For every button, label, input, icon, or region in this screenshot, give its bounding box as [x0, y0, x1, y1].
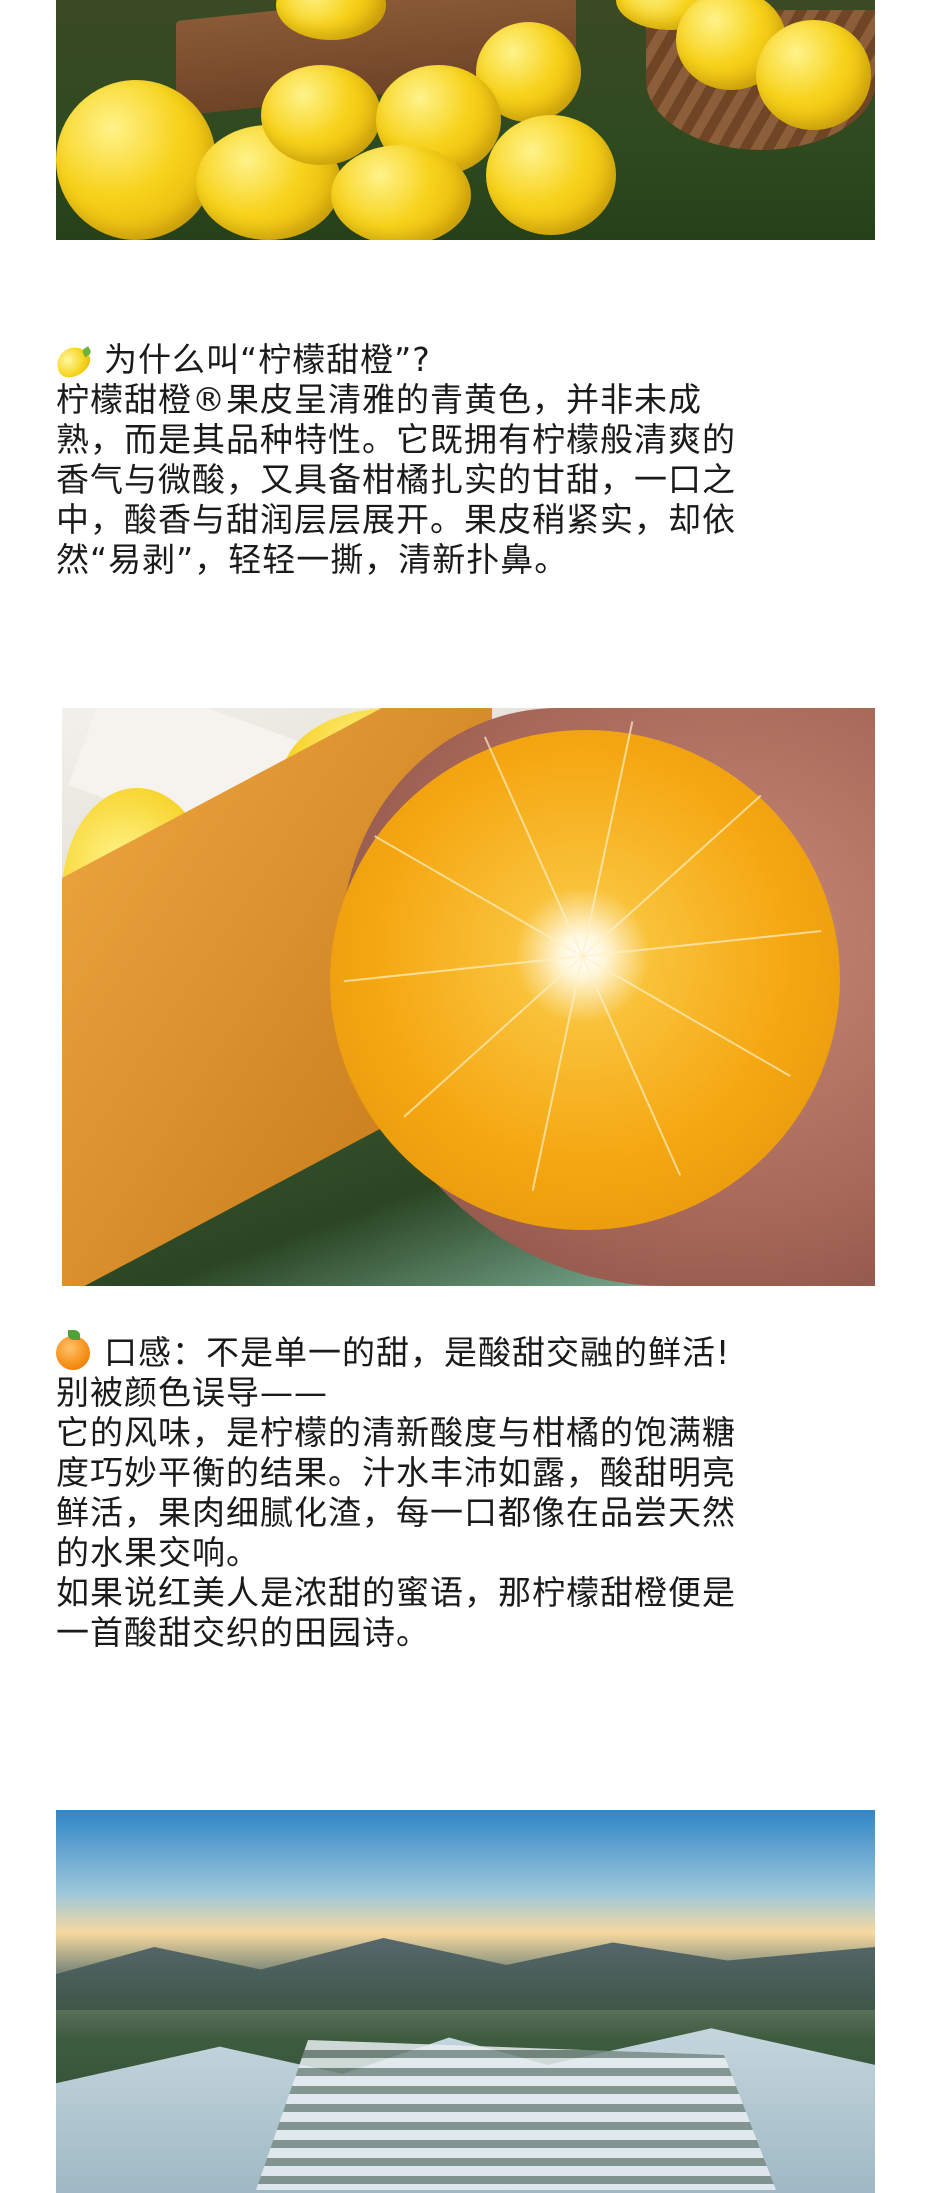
section-heading: 为什么叫“柠檬甜橙”? [51, 340, 876, 383]
article-content: 为什么叫“柠檬甜橙”? 柠檬甜橙®果皮呈清雅的青黄色，并非未成 熟，而是其品种特… [0, 0, 932, 2193]
paragraph-line: 柠檬甜橙®果皮呈清雅的青黄色，并非未成 [56, 380, 702, 419]
paragraph-line: 度巧妙平衡的结果。汁水丰沛如露，酸甜明亮 [56, 1453, 736, 1492]
paragraph-line: 一首酸甜交织的田园诗。 [56, 1613, 430, 1652]
tangerine-icon [56, 1330, 90, 1370]
fruit [261, 65, 381, 165]
section-heading: 口感：不是单一的甜，是酸甜交融的鲜活! [56, 1330, 876, 1373]
paragraph-line: 香气与微酸，又具备柑橘扎实的甘甜，一口之 [56, 460, 736, 499]
paragraph-line: 中，酸香与甜润层层展开。果皮稍紧实，却依 [56, 500, 736, 539]
paragraph-line: 别被颜色误导—— [56, 1373, 328, 1412]
mountains [56, 1938, 875, 2010]
heading-text: 为什么叫“柠檬甜橙”? [104, 340, 431, 379]
fruit [56, 80, 216, 240]
paragraph-line: 鲜活，果肉细腻化渣，每一口都像在品尝天然 [56, 1493, 736, 1532]
fruit [331, 145, 471, 240]
paragraph-line: 的水果交响。 [56, 1533, 260, 1572]
fruit [486, 115, 616, 235]
section-taste: 口感：不是单一的甜，是酸甜交融的鲜活! 别被颜色误导—— 它的风味，是柠檬的清新… [56, 1330, 876, 1653]
paragraph-line: 熟，而是其品种特性。它既拥有柠檬般清爽的 [56, 420, 736, 459]
paragraph-line: 如果说红美人是浓甜的蜜语，那柠檬甜橙便是 [56, 1573, 736, 1612]
heading-text: 口感：不是单一的甜，是酸甜交融的鲜活! [104, 1333, 731, 1372]
paragraph-line: 它的风味，是柠檬的清新酸度与柑橘的饱满糖 [56, 1413, 736, 1452]
paragraph-line: 然“易剥”，轻轻一撕，清新扑鼻。 [56, 540, 569, 579]
citrus-basket-photo[interactable] [56, 0, 875, 240]
halved-orange-photo[interactable] [62, 708, 875, 1286]
greenhouse-fields [256, 2040, 776, 2190]
lemon-icon [51, 341, 95, 383]
section-why-name: 为什么叫“柠檬甜橙”? 柠檬甜橙®果皮呈清雅的青黄色，并非未成 熟，而是其品种特… [51, 340, 876, 580]
fruit [756, 20, 871, 130]
aerial-landscape-photo[interactable] [56, 1810, 875, 2193]
